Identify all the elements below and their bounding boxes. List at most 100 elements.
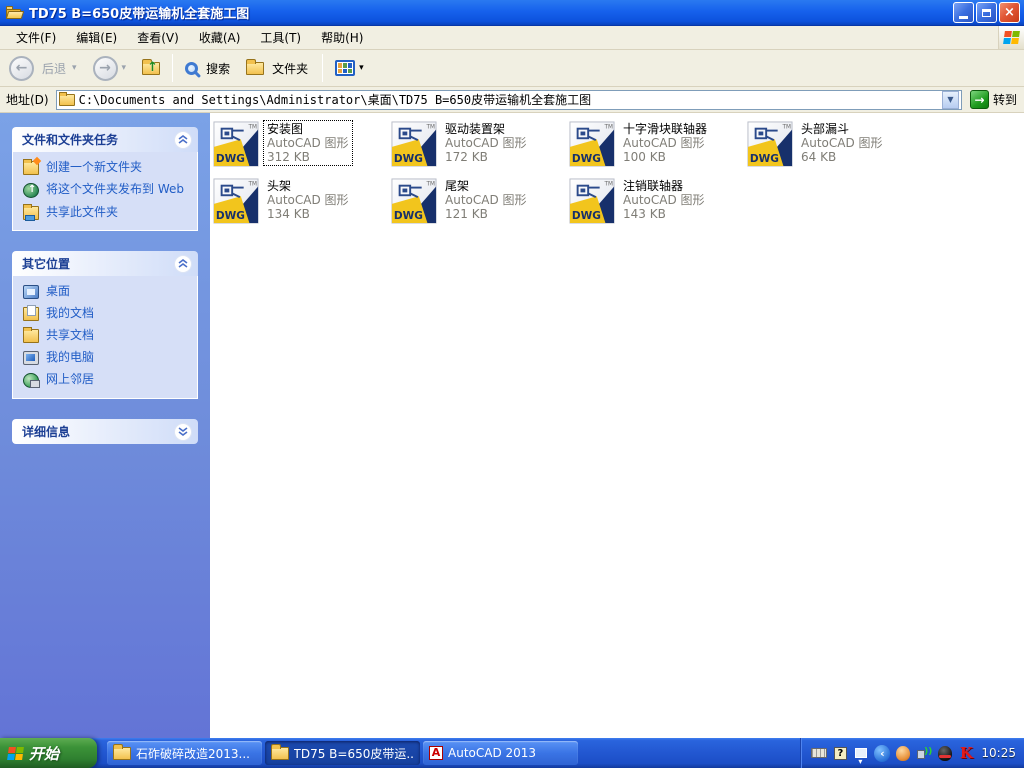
- file-list-area[interactable]: DWG TM 安装图 AutoCAD 图形 312 KB: [210, 113, 1024, 738]
- search-label: 搜索: [206, 60, 230, 77]
- file-tile[interactable]: DWG TM 驱动装置架 AutoCAD 图形 172 KB: [391, 121, 569, 178]
- up-button[interactable]: ↑: [137, 59, 165, 78]
- help-icon[interactable]: ?: [832, 745, 848, 761]
- language-bar-icon[interactable]: [853, 745, 869, 761]
- back-dropdown-icon: ▾: [72, 63, 77, 73]
- file-tile[interactable]: DWG TM 十字滑块联轴器 AutoCAD 图形 100 KB: [569, 121, 747, 178]
- place-my-documents[interactable]: 我的文档: [23, 306, 193, 321]
- dwg-file-icon: DWG TM: [213, 121, 259, 167]
- chevron-up-icon[interactable]: [174, 131, 192, 149]
- file-label-block[interactable]: 头部漏斗 AutoCAD 图形 64 KB: [798, 121, 886, 165]
- place-desktop[interactable]: 桌面: [23, 284, 193, 299]
- file-tile[interactable]: DWG TM 安装图 AutoCAD 图形 312 KB: [213, 121, 391, 178]
- file-grid: DWG TM 安装图 AutoCAD 图形 312 KB: [213, 121, 1024, 235]
- svg-text:TM: TM: [425, 125, 435, 131]
- task-create-new-folder[interactable]: 创建一个新文件夹: [23, 160, 193, 175]
- task-pane-sidebar: 文件和文件夹任务 创建一个新文件夹 将这个文件夹发布到 Web: [0, 113, 210, 738]
- folders-icon: [246, 62, 264, 75]
- qq-penguin-icon[interactable]: [937, 745, 953, 761]
- start-label: 开始: [29, 743, 59, 764]
- hide-icons-chevron[interactable]: ‹: [874, 745, 890, 761]
- panel-details-header[interactable]: 详细信息: [12, 419, 198, 444]
- go-button[interactable]: → 转到: [966, 89, 1021, 110]
- file-label-block[interactable]: 头架 AutoCAD 图形 134 KB: [264, 178, 352, 222]
- volume-network-icon[interactable]: [916, 745, 932, 761]
- my-documents-icon: [23, 307, 39, 321]
- kaspersky-icon[interactable]: K: [958, 745, 974, 761]
- folders-button[interactable]: 文件夹: [241, 57, 315, 80]
- file-type: AutoCAD 图形: [445, 193, 527, 207]
- forward-dropdown-icon: ▾: [122, 63, 127, 73]
- file-label-block[interactable]: 十字滑块联轴器 AutoCAD 图形 100 KB: [620, 121, 710, 165]
- svg-text:TM: TM: [247, 182, 257, 188]
- file-tile[interactable]: DWG TM 注销联轴器 AutoCAD 图形 143 KB: [569, 178, 747, 235]
- taskbar-clock: 10:25: [979, 746, 1016, 760]
- panel-title: 详细信息: [22, 423, 70, 440]
- file-tile[interactable]: DWG TM 尾架 AutoCAD 图形 121 KB: [391, 178, 569, 235]
- search-button[interactable]: 搜索: [180, 57, 237, 80]
- menu-help[interactable]: 帮助(H): [311, 26, 373, 49]
- menu-file[interactable]: 文件(F): [6, 26, 66, 49]
- taskbar-task-folder2-active[interactable]: TD75 B=650皮带运...: [265, 741, 420, 765]
- back-button[interactable]: ← 后退 ▾: [4, 53, 84, 84]
- file-size: 134 KB: [267, 207, 349, 221]
- keyboard-icon[interactable]: [811, 745, 827, 761]
- menu-edit[interactable]: 编辑(E): [66, 26, 127, 49]
- restore-button[interactable]: [976, 2, 997, 23]
- task-publish-to-web[interactable]: 将这个文件夹发布到 Web: [23, 182, 193, 198]
- svg-text:TM: TM: [781, 125, 791, 131]
- back-label: 后退: [42, 60, 66, 77]
- menu-tools[interactable]: 工具(T): [250, 26, 311, 49]
- restore-icon: [982, 9, 991, 17]
- file-label-block[interactable]: 尾架 AutoCAD 图形 121 KB: [442, 178, 530, 222]
- taskbar-task-folder1[interactable]: 石砟破碎改造2013...: [107, 741, 262, 765]
- file-type: AutoCAD 图形: [267, 193, 349, 207]
- chevron-up-icon[interactable]: [174, 255, 192, 273]
- start-button[interactable]: 开始: [0, 738, 97, 768]
- file-type: AutoCAD 图形: [801, 136, 883, 150]
- task-share-folder[interactable]: 共享此文件夹: [23, 205, 193, 220]
- taskbar-task-autocad[interactable]: A AutoCAD 2013: [423, 741, 578, 765]
- forward-button[interactable]: → ▾: [88, 53, 134, 84]
- file-label-block[interactable]: 驱动装置架 AutoCAD 图形 172 KB: [442, 121, 530, 165]
- place-network[interactable]: 网上邻居: [23, 372, 193, 388]
- publish-web-icon: [23, 183, 39, 198]
- back-icon: ←: [9, 56, 34, 81]
- toolbar: ← 后退 ▾ → ▾ ↑ 搜索 文件夹 ▾: [0, 50, 1024, 87]
- svg-text:TM: TM: [425, 182, 435, 188]
- menu-view[interactable]: 查看(V): [127, 26, 189, 49]
- file-tile[interactable]: DWG TM 头架 AutoCAD 图形 134 KB: [213, 178, 391, 235]
- panel-file-tasks-header[interactable]: 文件和文件夹任务: [12, 127, 198, 152]
- panel-other-places-header[interactable]: 其它位置: [12, 251, 198, 276]
- file-type: AutoCAD 图形: [445, 136, 527, 150]
- close-button[interactable]: ×: [999, 2, 1020, 23]
- views-button[interactable]: ▾: [330, 57, 371, 79]
- address-dropdown-button[interactable]: ▼: [942, 91, 959, 109]
- place-shared-documents[interactable]: 共享文档: [23, 328, 193, 343]
- new-folder-icon: [23, 161, 39, 175]
- file-label-block[interactable]: 安装图 AutoCAD 图形 312 KB: [264, 121, 352, 165]
- minimize-button[interactable]: [953, 2, 974, 23]
- folder-icon: [113, 747, 131, 760]
- place-my-computer[interactable]: 我的电脑: [23, 350, 193, 365]
- chevron-down-icon[interactable]: [174, 423, 192, 441]
- up-folder-icon: ↑: [142, 62, 160, 75]
- share-folder-icon: [23, 206, 39, 220]
- autocad-icon: A: [429, 746, 443, 760]
- qq-icon[interactable]: [895, 745, 911, 761]
- dwg-file-icon: DWG TM: [391, 178, 437, 224]
- file-label-block[interactable]: 注销联轴器 AutoCAD 图形 143 KB: [620, 178, 708, 222]
- system-tray: ? ‹ K 10:25: [800, 738, 1024, 768]
- go-arrow-icon: →: [970, 90, 989, 109]
- address-input[interactable]: C:\Documents and Settings\Administrator\…: [56, 90, 962, 110]
- windows-logo-icon: [7, 747, 24, 760]
- file-size: 172 KB: [445, 150, 527, 164]
- panel-other-places: 其它位置 桌面 我的文档 共享文档: [12, 251, 198, 399]
- window-title: TD75 B=650皮带运输机全套施工图: [29, 3, 953, 22]
- desktop-icon: [23, 285, 39, 299]
- menu-favorites[interactable]: 收藏(A): [189, 26, 251, 49]
- svg-text:DWG: DWG: [572, 210, 601, 222]
- address-path: C:\Documents and Settings\Administrator\…: [79, 91, 942, 108]
- taskbar: 开始 石砟破碎改造2013... TD75 B=650皮带运... A Auto…: [0, 738, 1024, 768]
- file-tile[interactable]: DWG TM 头部漏斗 AutoCAD 图形 64 KB: [747, 121, 925, 178]
